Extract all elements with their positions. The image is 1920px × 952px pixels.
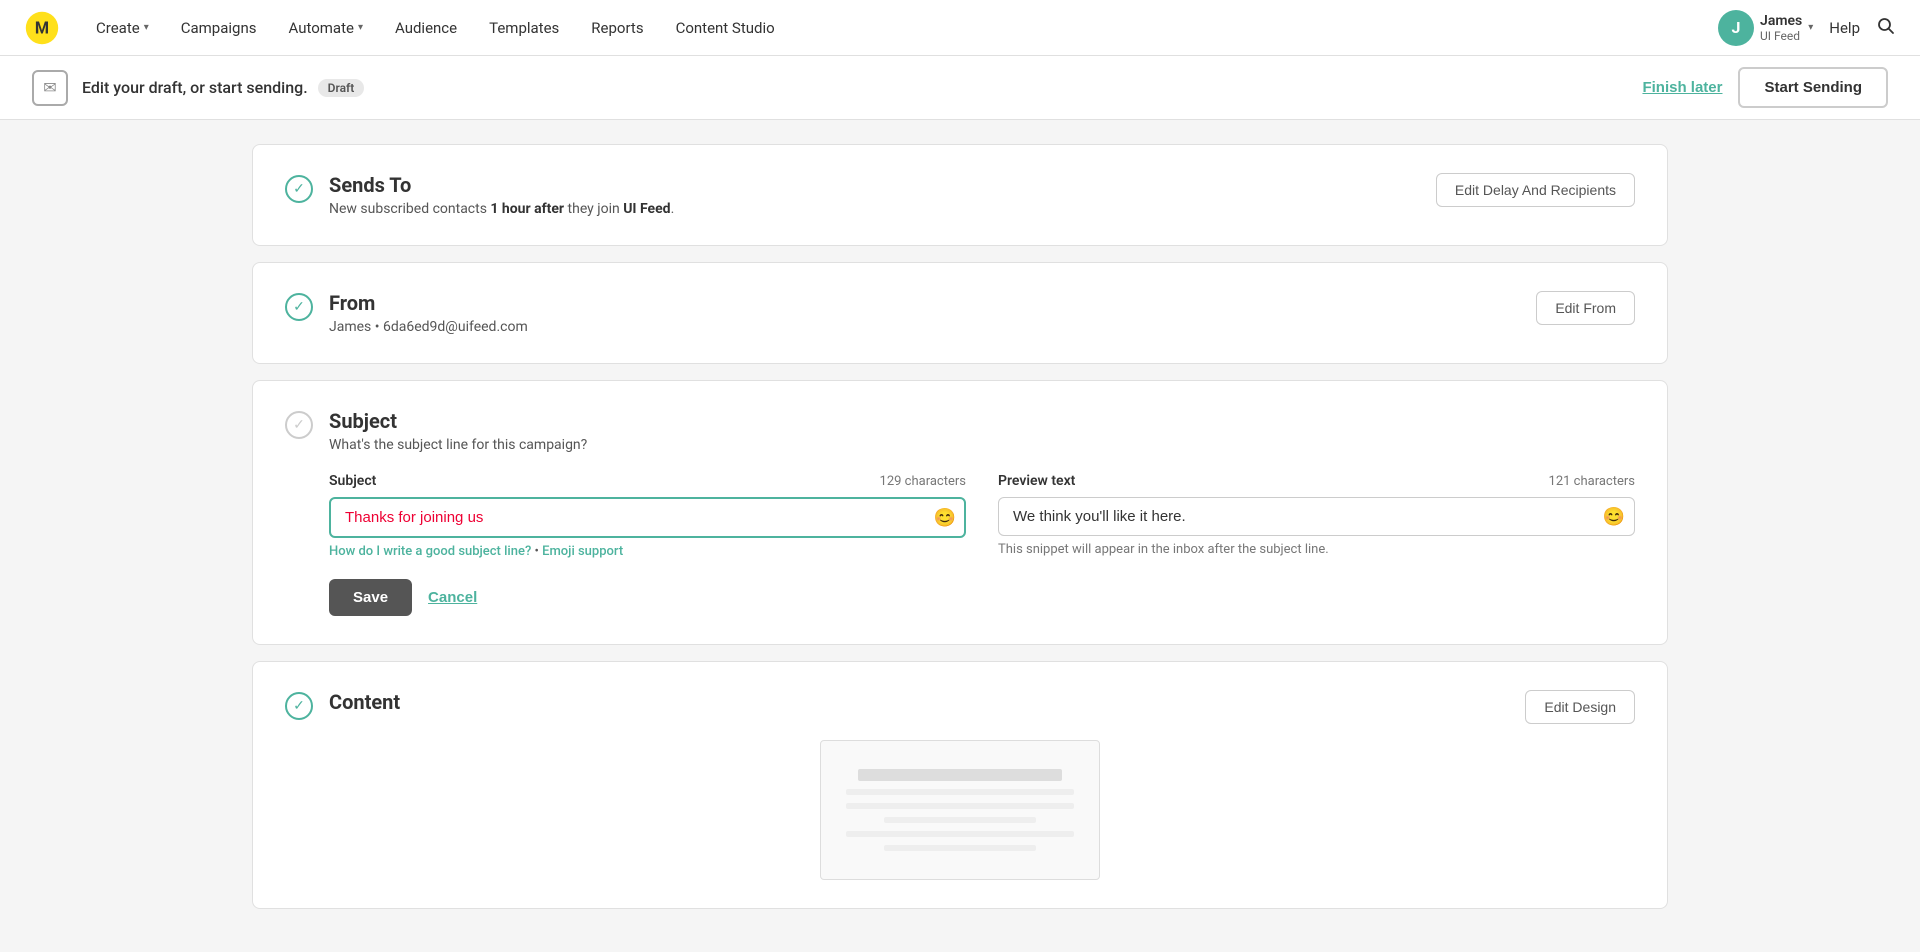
- emoji-support-link[interactable]: Emoji support: [542, 544, 623, 559]
- subject-label: Subject: [329, 473, 376, 489]
- edit-design-button[interactable]: Edit Design: [1525, 690, 1635, 724]
- avatar: J: [1718, 10, 1754, 46]
- preview-field-group: Preview text 121 characters 😊 This snipp…: [998, 473, 1635, 559]
- save-button[interactable]: Save: [329, 579, 412, 616]
- subject-check-icon: ✓: [285, 411, 313, 439]
- preview-emoji-button[interactable]: 😊: [1603, 506, 1625, 527]
- user-info: James UI Feed: [1760, 13, 1802, 43]
- search-icon[interactable]: [1876, 16, 1896, 40]
- thumb-header: [858, 769, 1061, 781]
- from-check-icon: ✓: [285, 293, 313, 321]
- preview-char-count: 121 characters: [1549, 474, 1635, 489]
- subject-line-help-link[interactable]: How do I write a good subject line?: [329, 544, 531, 559]
- subject-fields-row: Subject 129 characters 😊 How do I write …: [329, 473, 1635, 559]
- from-desc: James • 6da6ed9d@uifeed.com: [329, 319, 528, 335]
- edit-delay-recipients-button[interactable]: Edit Delay And Recipients: [1436, 173, 1635, 207]
- help-link[interactable]: Help: [1829, 19, 1860, 37]
- from-title: From: [329, 291, 528, 315]
- preview-input-wrapper: 😊: [998, 497, 1635, 536]
- from-content: From James • 6da6ed9d@uifeed.com: [329, 291, 528, 335]
- sends-to-desc: New subscribed contacts 1 hour after the…: [329, 201, 674, 217]
- from-card: ✓ From James • 6da6ed9d@uifeed.com Edit …: [252, 262, 1668, 364]
- start-sending-button[interactable]: Start Sending: [1738, 67, 1888, 108]
- nav-create[interactable]: Create ▾: [84, 11, 161, 45]
- sends-to-row: ✓ Sends To New subscribed contacts 1 hou…: [285, 173, 1635, 217]
- subject-left: ✓ Subject What's the subject line for th…: [285, 409, 587, 473]
- nav-audience[interactable]: Audience: [383, 11, 469, 45]
- svg-text:M: M: [35, 18, 49, 37]
- status-badge: Draft: [318, 79, 365, 97]
- sends-to-card: ✓ Sends To New subscribed contacts 1 hou…: [252, 144, 1668, 246]
- sends-to-check-icon: ✓: [285, 175, 313, 203]
- edit-from-button[interactable]: Edit From: [1536, 291, 1635, 325]
- nav-automate[interactable]: Automate ▾: [276, 11, 375, 45]
- navigation: M Create ▾ Campaigns Automate ▾ Audience…: [0, 0, 1920, 56]
- content-title: Content: [329, 690, 400, 714]
- cancel-button[interactable]: Cancel: [428, 589, 477, 606]
- preview-snippet-hint: This snippet will appear in the inbox af…: [998, 542, 1635, 557]
- thumb-line-5: [884, 845, 1036, 851]
- subject-card: ✓ Subject What's the subject line for th…: [252, 380, 1668, 645]
- subject-content: Subject What's the subject line for this…: [329, 409, 587, 473]
- chevron-down-icon: ▾: [358, 22, 363, 33]
- subject-emoji-button[interactable]: 😊: [934, 507, 956, 528]
- thumb-line-2: [846, 803, 1075, 809]
- thumb-line-4: [846, 831, 1075, 837]
- user-menu[interactable]: J James UI Feed ▾: [1718, 10, 1813, 46]
- content-left: ✓ Content: [285, 690, 400, 720]
- thumb-line-3: [884, 817, 1036, 823]
- subject-field-group: Subject 129 characters 😊 How do I write …: [329, 473, 966, 559]
- content-preview: [285, 740, 1635, 880]
- preview-field-header: Preview text 121 characters: [998, 473, 1635, 489]
- subject-char-count: 129 characters: [880, 474, 966, 489]
- from-row: ✓ From James • 6da6ed9d@uifeed.com Edit …: [285, 291, 1635, 335]
- finish-later-button[interactable]: Finish later: [1642, 79, 1722, 96]
- from-left: ✓ From James • 6da6ed9d@uifeed.com: [285, 291, 528, 335]
- nav-reports[interactable]: Reports: [579, 11, 655, 45]
- subject-action-row: Save Cancel: [329, 579, 1635, 616]
- nav-right-section: J James UI Feed ▾ Help: [1718, 10, 1896, 46]
- main-content: ✓ Sends To New subscribed contacts 1 hou…: [220, 120, 1700, 949]
- content-card: ✓ Content Edit Design: [252, 661, 1668, 909]
- nav-campaigns[interactable]: Campaigns: [169, 11, 269, 45]
- email-thumbnail: [820, 740, 1100, 880]
- subject-hints: How do I write a good subject line? • Em…: [329, 544, 966, 559]
- chevron-down-icon: ▾: [144, 22, 149, 33]
- top-bar: ✉ Edit your draft, or start sending. Dra…: [0, 56, 1920, 120]
- preview-text-input[interactable]: [998, 497, 1635, 536]
- content-check-icon: ✓: [285, 692, 313, 720]
- chevron-down-icon: ▾: [1808, 22, 1813, 33]
- nav-content-studio[interactable]: Content Studio: [664, 11, 787, 45]
- thumb-line-1: [846, 789, 1075, 795]
- draft-icon: ✉: [32, 70, 68, 106]
- subject-field-header: Subject 129 characters: [329, 473, 966, 489]
- subject-header-row: ✓ Subject What's the subject line for th…: [285, 409, 1635, 473]
- mailchimp-logo[interactable]: M: [24, 10, 60, 46]
- sends-to-left: ✓ Sends To New subscribed contacts 1 hou…: [285, 173, 674, 217]
- content-info: Content: [329, 690, 400, 718]
- sends-to-title: Sends To: [329, 173, 674, 197]
- preview-label: Preview text: [998, 473, 1075, 489]
- subject-input[interactable]: [329, 497, 966, 538]
- content-row: ✓ Content Edit Design: [285, 690, 1635, 724]
- top-bar-actions: Finish later Start Sending: [1642, 67, 1888, 108]
- nav-templates[interactable]: Templates: [477, 11, 571, 45]
- subject-question: What's the subject line for this campaig…: [329, 437, 587, 453]
- subject-title: Subject: [329, 409, 587, 433]
- subject-input-wrapper: 😊: [329, 497, 966, 538]
- top-bar-text: Edit your draft, or start sending.: [82, 78, 308, 97]
- sends-to-content: Sends To New subscribed contacts 1 hour …: [329, 173, 674, 217]
